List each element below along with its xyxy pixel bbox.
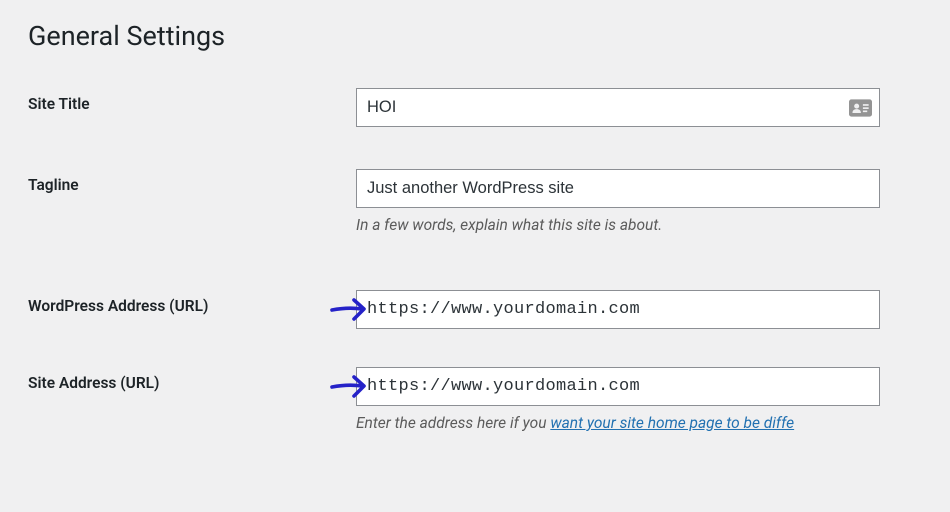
tagline-description: In a few words, explain what this site i… (356, 216, 940, 234)
site-title-label: Site Title (28, 95, 90, 113)
page-title: General Settings (28, 20, 950, 52)
tagline-label: Tagline (28, 176, 79, 194)
wordpress-url-label: WordPress Address (URL) (28, 297, 208, 315)
site-title-input[interactable] (356, 88, 880, 127)
form-row-site-url: Site Address (URL) Enter the address her… (28, 367, 950, 432)
form-row-site-title: Site Title (28, 88, 950, 127)
site-url-description-link[interactable]: want your site home page to be diffe (550, 414, 794, 432)
form-row-wordpress-url: WordPress Address (URL) (28, 290, 950, 329)
site-url-description-prefix: Enter the address here if you (356, 414, 550, 432)
form-row-tagline: Tagline In a few words, explain what thi… (28, 169, 950, 234)
site-url-description: Enter the address here if you want your … (356, 414, 940, 432)
wordpress-url-input[interactable] (356, 290, 880, 329)
site-url-input[interactable] (356, 367, 880, 406)
site-url-label: Site Address (URL) (28, 374, 159, 392)
tagline-input[interactable] (356, 169, 880, 208)
